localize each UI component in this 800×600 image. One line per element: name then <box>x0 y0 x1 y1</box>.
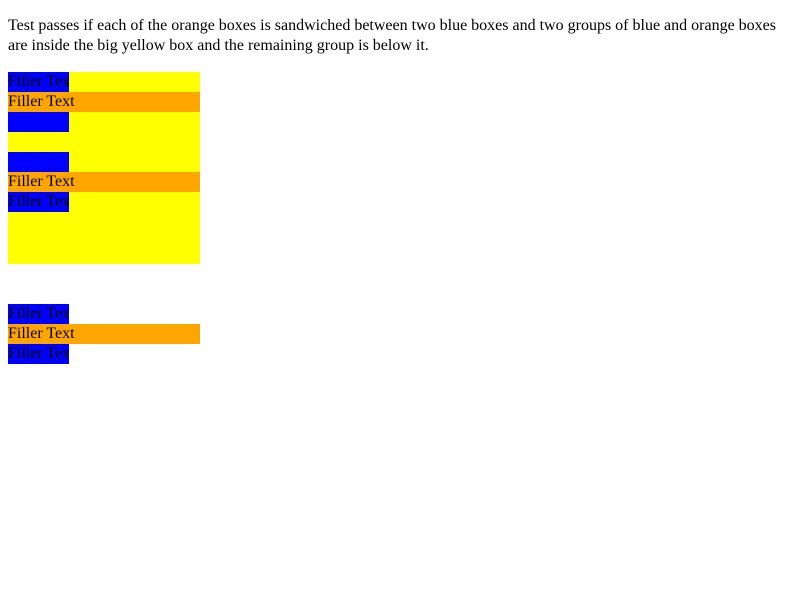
inside-group-2-orange-box: Filler Text <box>8 172 200 192</box>
instructions-text: Test passes if each of the orange boxes … <box>8 17 776 54</box>
inside-group-2-bottom-blue-box: Filler Text <box>8 192 69 212</box>
inside-group-1-bottom-blue-box <box>8 112 69 132</box>
inside-group-2-top-blue-box <box>8 152 69 172</box>
inside-group-1-orange-box: Filler Text <box>8 92 200 112</box>
yellow-container-box: Filler Text Filler Text Filler Text Fill… <box>8 72 200 264</box>
inside-group-1-top-blue-box: Filler Text <box>8 72 69 92</box>
below-group: Filler Text Filler Text Filler Text <box>8 304 200 364</box>
test-page: Test passes if each of the orange boxes … <box>0 0 800 600</box>
below-group-orange-box: Filler Text <box>8 324 200 344</box>
below-group-bottom-blue-box: Filler Text <box>8 344 69 364</box>
below-group-top-blue-box: Filler Text <box>8 304 69 324</box>
